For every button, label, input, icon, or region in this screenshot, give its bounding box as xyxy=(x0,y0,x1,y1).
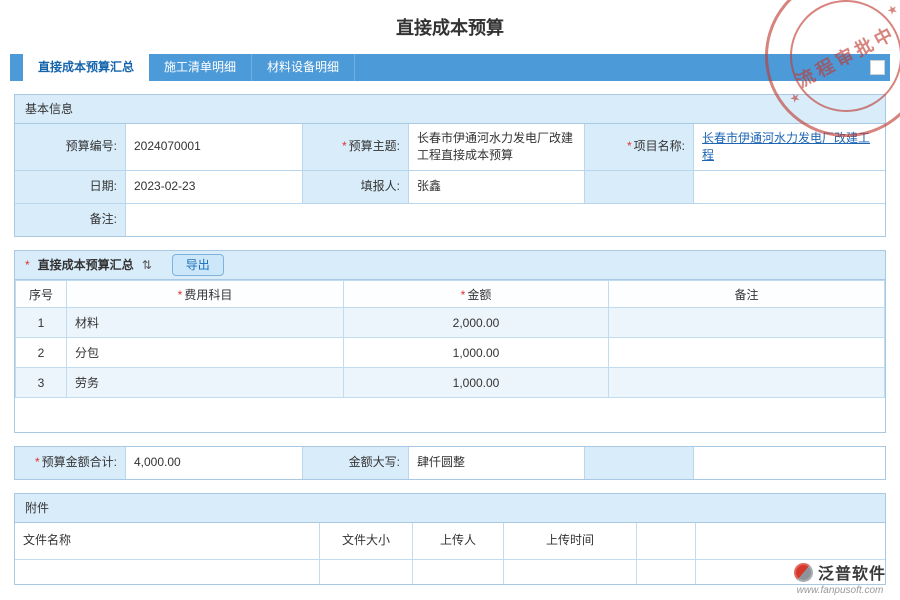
summary-empty-strip xyxy=(15,398,885,432)
date-label: 日期: xyxy=(15,171,125,203)
total-amount-label: *预算金额合计: xyxy=(15,447,125,479)
amount-in-words-value: 肆仟圆整 xyxy=(409,447,584,479)
col-remark: 备注 xyxy=(609,281,885,308)
basic-info-section-title: 基本信息 xyxy=(15,95,885,124)
summary-row-3: 3 劳务 1,000.00 xyxy=(16,368,885,398)
totals-panel: *预算金额合计: 4,000.00 金额大写: 肆仟圆整 xyxy=(14,446,886,480)
summary-row-1: 1 材料 2,000.00 xyxy=(16,308,885,338)
summary-section-header: * 直接成本预算汇总 ⇅ 导出 xyxy=(15,251,885,280)
col-expense-subject: *费用科目 xyxy=(67,281,344,308)
summary-row-2: 2 分包 1,000.00 xyxy=(16,338,885,368)
row-serial: 3 xyxy=(16,368,67,398)
total-amount-value: 4,000.00 xyxy=(126,447,302,479)
reporter-value: 张鑫 xyxy=(409,171,584,203)
project-name-label: *项目名称: xyxy=(585,124,693,170)
amount-in-words-label: 金额大写: xyxy=(303,447,408,479)
budget-subject-label: *预算主题: xyxy=(303,124,408,170)
summary-section-title: 直接成本预算汇总 xyxy=(38,251,134,279)
tab-material-equipment-detail[interactable]: 材料设备明细 xyxy=(252,54,355,81)
attach-empty-cell xyxy=(15,560,319,584)
date-value: 2023-02-23 xyxy=(126,171,302,203)
col-upload-time: 上传时间 xyxy=(504,523,636,559)
summary-header-row: 序号 *费用科目 *金额 备注 xyxy=(16,281,885,308)
col-file-name: 文件名称 xyxy=(15,523,319,559)
col-uploader: 上传人 xyxy=(413,523,503,559)
col-empty-2 xyxy=(696,523,885,559)
basic-info-grid: 预算编号: 2024070001 *预算主题: 长春市伊通河水力发电厂改建工程直… xyxy=(15,124,885,236)
row-remark xyxy=(609,368,885,398)
remark-label: 备注: xyxy=(15,204,125,236)
empty-value-cell xyxy=(694,447,885,479)
row-subject: 材料 xyxy=(67,308,344,338)
attach-empty-cell xyxy=(637,560,695,584)
summary-table: 序号 *费用科目 *金额 备注 1 材料 2,000.00 2 分包 1,000… xyxy=(15,280,885,398)
budget-no-label: 预算编号: xyxy=(15,124,125,170)
tab-bar: 直接成本预算汇总 施工清单明细 材料设备明细 xyxy=(10,54,890,81)
row-serial: 1 xyxy=(16,308,67,338)
row-serial: 2 xyxy=(16,338,67,368)
totals-grid: *预算金额合计: 4,000.00 金额大写: 肆仟圆整 xyxy=(15,447,885,479)
row-subject: 劳务 xyxy=(67,368,344,398)
tab-direct-cost-budget-summary[interactable]: 直接成本预算汇总 xyxy=(23,54,149,81)
budget-subject-value: 长春市伊通河水力发电厂改建工程直接成本预算 xyxy=(409,124,584,170)
page-title: 直接成本预算 xyxy=(0,0,900,42)
row-amount: 1,000.00 xyxy=(344,338,609,368)
attachments-panel: 附件 文件名称 文件大小 上传人 上传时间 xyxy=(14,493,886,585)
empty-label-cell xyxy=(585,171,693,203)
tab-bar-corner-button[interactable] xyxy=(870,60,885,75)
empty-label-cell xyxy=(585,447,693,479)
col-file-size: 文件大小 xyxy=(320,523,412,559)
budget-no-value: 2024070001 xyxy=(126,124,302,170)
export-button[interactable]: 导出 xyxy=(172,254,224,276)
brand-url[interactable]: www.fanpusoft.com xyxy=(794,585,886,596)
attach-empty-cell xyxy=(413,560,503,584)
row-amount: 2,000.00 xyxy=(344,308,609,338)
col-amount: *金额 xyxy=(344,281,609,308)
required-marker: * xyxy=(35,454,40,471)
empty-value-cell xyxy=(694,171,885,203)
required-marker: * xyxy=(461,288,466,302)
project-name-link-wrap: 长春市伊通河水力发电厂改建工程 xyxy=(694,124,885,170)
row-remark xyxy=(609,338,885,368)
footer-brand: 泛普软件 www.fanpusoft.com xyxy=(794,560,886,596)
fanpu-logo-icon xyxy=(794,563,813,582)
row-subject: 分包 xyxy=(67,338,344,368)
required-marker: * xyxy=(25,251,30,279)
required-marker: * xyxy=(342,138,347,155)
basic-info-panel: 基本信息 预算编号: 2024070001 *预算主题: 长春市伊通河水力发电厂… xyxy=(14,94,886,237)
row-remark xyxy=(609,308,885,338)
required-marker: * xyxy=(178,288,183,302)
reporter-label: 填报人: xyxy=(303,171,408,203)
attachments-section-title: 附件 xyxy=(15,494,885,523)
summary-panel: * 直接成本预算汇总 ⇅ 导出 序号 *费用科目 *金额 备注 1 材料 2,0… xyxy=(14,250,886,433)
attach-empty-cell xyxy=(504,560,636,584)
project-name-link[interactable]: 长春市伊通河水力发电厂改建工程 xyxy=(702,130,877,165)
attachments-grid: 文件名称 文件大小 上传人 上传时间 xyxy=(15,523,885,584)
required-marker: * xyxy=(627,138,632,155)
row-amount: 1,000.00 xyxy=(344,368,609,398)
sort-icon[interactable]: ⇅ xyxy=(142,251,152,279)
brand-name: 泛普软件 xyxy=(818,560,886,584)
col-serial-no: 序号 xyxy=(16,281,67,308)
attach-empty-cell xyxy=(320,560,412,584)
col-empty-1 xyxy=(637,523,695,559)
remark-value xyxy=(126,204,885,236)
tab-construction-list-detail[interactable]: 施工清单明细 xyxy=(149,54,252,81)
